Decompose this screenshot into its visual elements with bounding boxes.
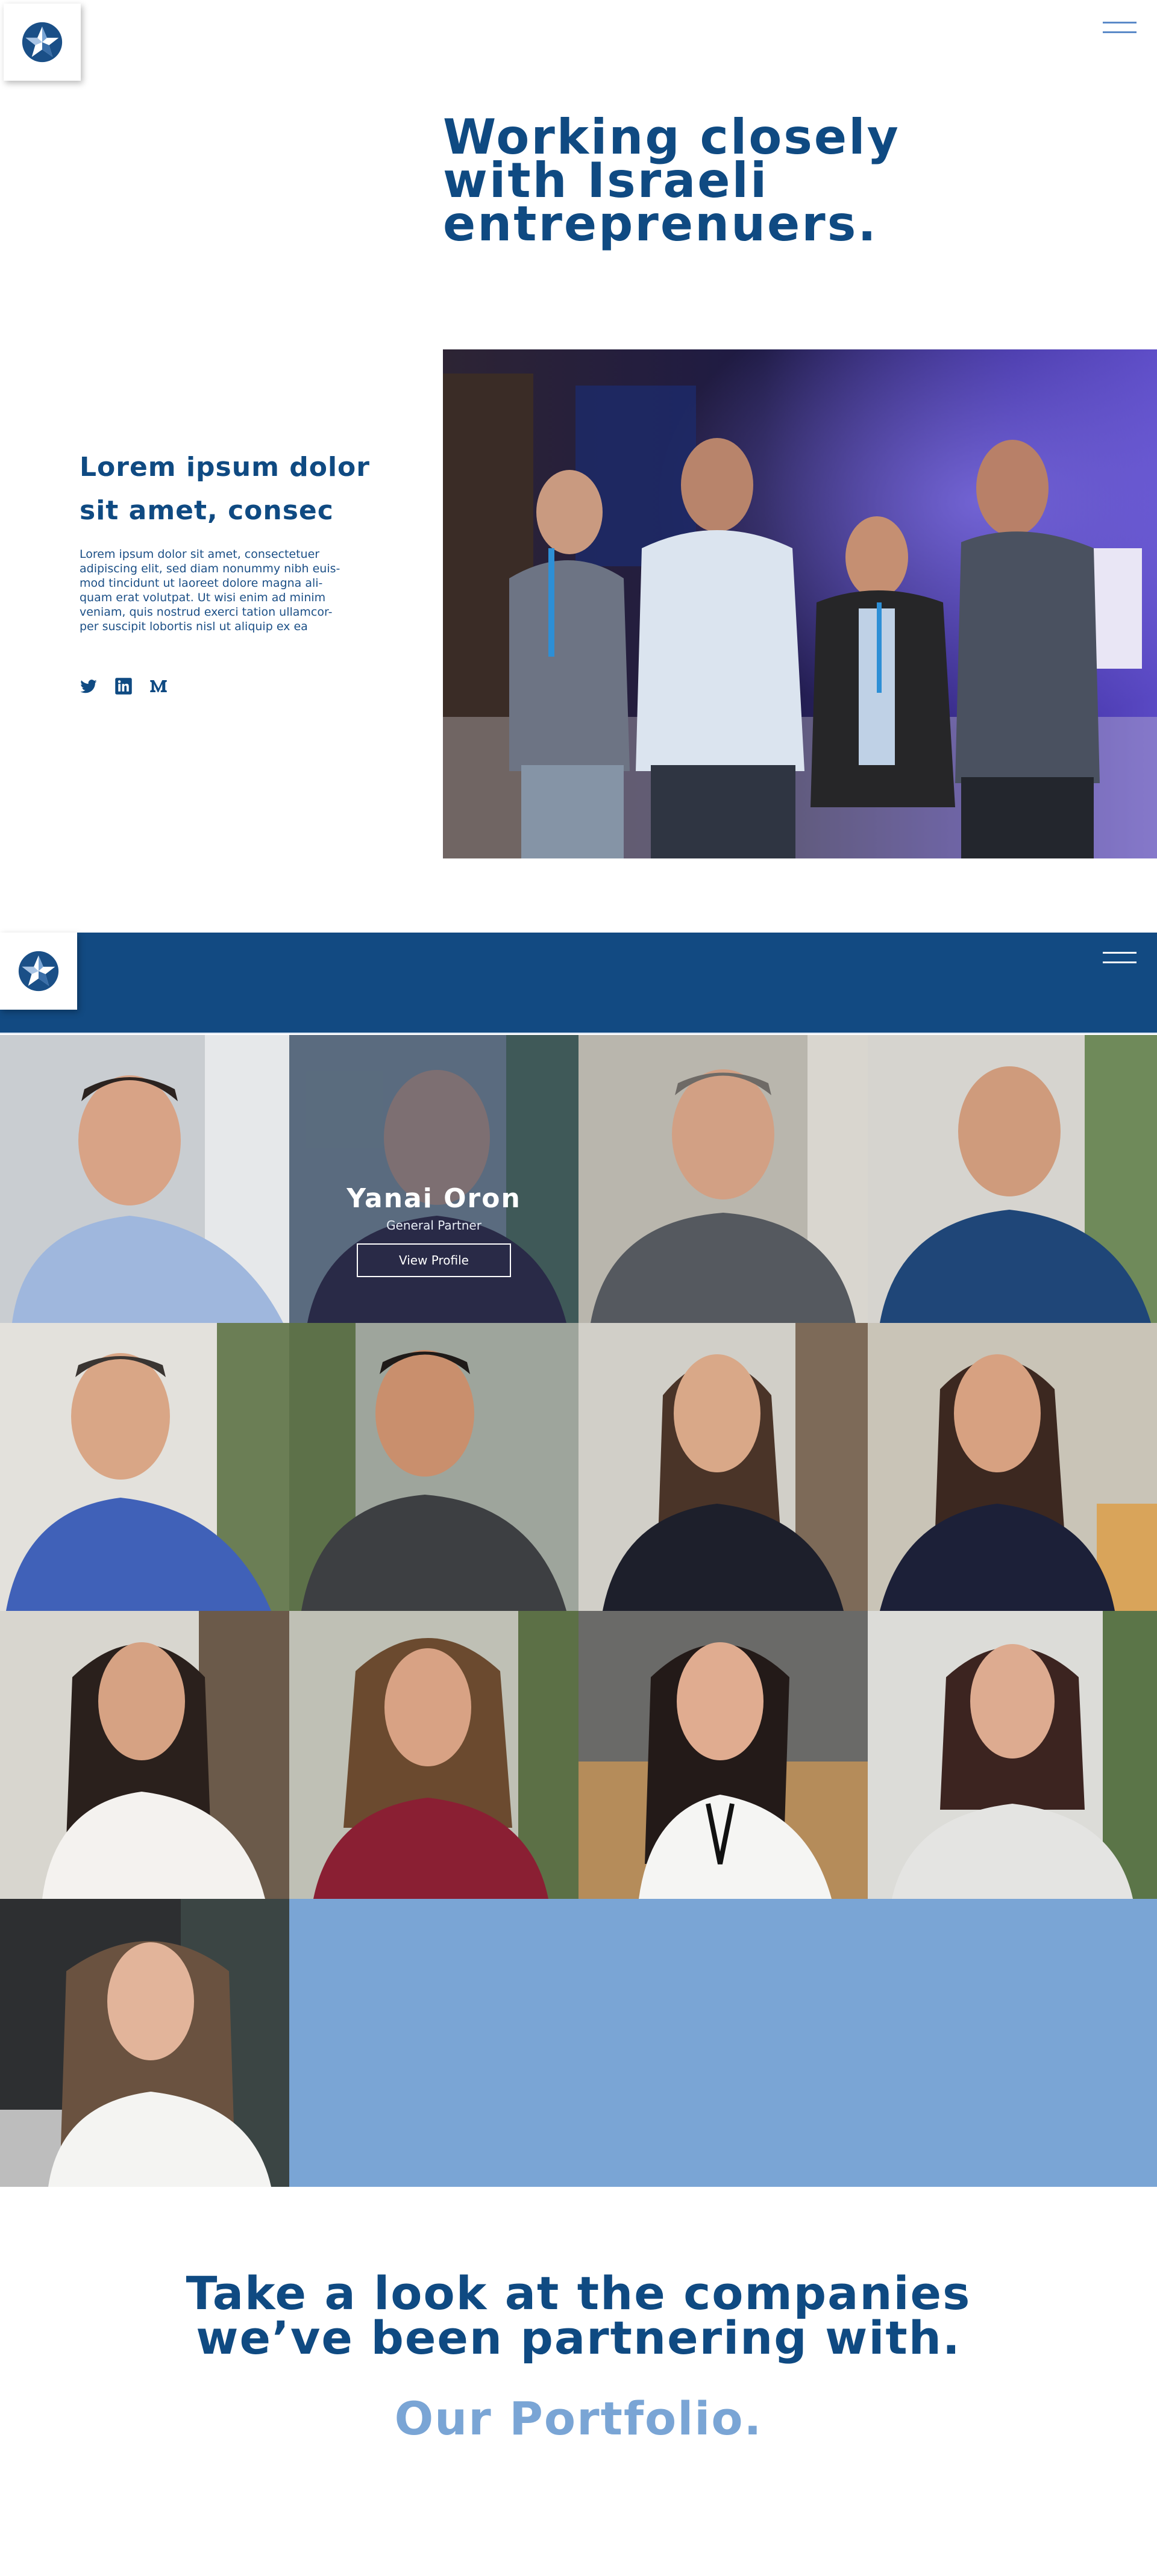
portfolio-link[interactable]: Our Portfolio. [0,2392,1157,2446]
medium-icon[interactable] [149,677,168,695]
about-body-line: quam erat volutpat. Ut wisi enim ad mini… [80,591,326,604]
about-heading: Lorem ipsum dolor sit amet, consec [80,446,393,533]
about-body-line: mod tincidunt ut laoreet dolore magna al… [80,577,323,590]
member-name: Yanai Oron [346,1183,521,1214]
linkedin-icon[interactable] [114,677,133,695]
site-logo[interactable] [4,4,81,81]
team-member-card[interactable] [868,1035,1157,1323]
twitter-icon[interactable] [80,677,98,695]
star-logo-icon [18,951,59,992]
event-photo [443,349,1157,858]
team-member-card[interactable] [0,1035,289,1323]
view-profile-button[interactable]: View Profile [357,1243,511,1277]
star-logo-icon [22,22,63,63]
team-member-card[interactable] [578,1323,868,1611]
team-member-card[interactable] [289,1611,578,1899]
portfolio-cta-title: Take a look at the companies we’ve been … [0,2266,1157,2365]
about-body: Lorem ipsum dolor sit amet, consectetuer… [80,547,363,634]
team-member-card[interactable] [0,1899,289,2187]
social-links [80,677,168,695]
member-role: General Partner [386,1218,481,1233]
about-heading-line: sit amet, consec [80,495,334,526]
team-member-card[interactable] [0,1611,289,1899]
team-member-card[interactable] [868,1611,1157,1899]
cta-title-line: we’ve been partnering with. [196,2311,961,2365]
about-body-line: per suscipit lobortis nisl ut aliquip ex… [80,620,308,633]
divider [0,1033,1157,1034]
about-body-line: adipiscing elit, sed diam nonummy nibh e… [80,562,340,575]
about-body-line: veniam, quis nostrud exerci tation ullam… [80,605,333,619]
team-header-band [0,933,1157,1034]
team-grid-filler [289,1899,1157,2187]
site-logo-sticky[interactable] [0,933,77,1010]
cta-title-line: Take a look at the companies [186,2266,971,2320]
member-hover-overlay: Yanai Oron General Partner View Profile [289,1035,578,1323]
team-member-card[interactable] [578,1611,868,1899]
team-member-card[interactable] [0,1323,289,1611]
about-body-line: Lorem ipsum dolor sit amet, consectetuer [80,548,320,561]
team-member-card[interactable] [868,1323,1157,1611]
team-member-card-hovered[interactable]: Yanai Oron General Partner View Profile [289,1035,578,1323]
menu-button-sticky[interactable] [1103,952,1137,966]
about-heading-line: Lorem ipsum dolor [80,452,370,483]
team-member-card[interactable] [578,1035,868,1323]
hero-title-line: entreprenuers. [443,196,878,252]
team-member-card[interactable] [289,1323,578,1611]
hero-title: Working closely with Israeli entreprenue… [443,113,985,252]
menu-button[interactable] [1103,22,1137,36]
